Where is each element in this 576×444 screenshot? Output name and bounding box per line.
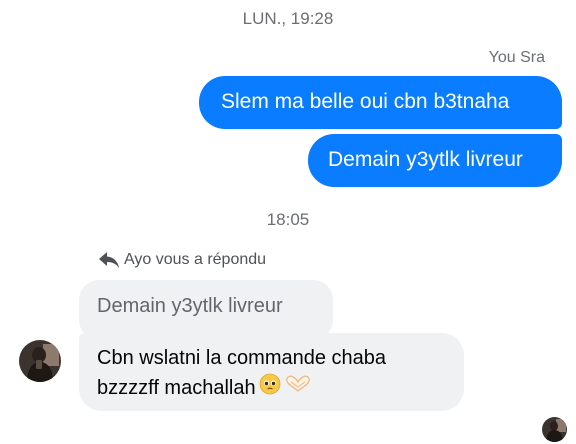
- message-line: Cbn wslatni la commande chaba: [97, 347, 387, 369]
- reply-label-text: Ayo vous a répondu: [124, 251, 267, 268]
- timestamp: 18:05: [266, 210, 310, 229]
- outgoing-message[interactable]: Slem ma belle oui cbn b3tnaha: [199, 76, 562, 129]
- contact-avatar[interactable]: [19, 340, 61, 382]
- reply-arrow-icon: [99, 252, 119, 268]
- message-line-text: bzzzzff machallah: [97, 376, 256, 399]
- incoming-message[interactable]: Cbn wslatni la commande chaba bzzzzff ma…: [79, 333, 464, 411]
- timestamp: LUN., 19:28: [242, 9, 334, 28]
- outgoing-message[interactable]: Demain y3ytlk livreur: [308, 134, 562, 187]
- sender-label: You Sra: [488, 49, 545, 66]
- quoted-message[interactable]: Demain y3ytlk livreur: [79, 280, 333, 340]
- seen-avatar: [542, 417, 567, 442]
- pleading-face-emoji-icon: [259, 373, 281, 404]
- message-line-with-emoji: bzzzzff machallah: [97, 373, 446, 404]
- heart-hands-emoji-icon: [284, 374, 312, 403]
- reply-indicator: Ayo vous a répondu: [98, 251, 266, 269]
